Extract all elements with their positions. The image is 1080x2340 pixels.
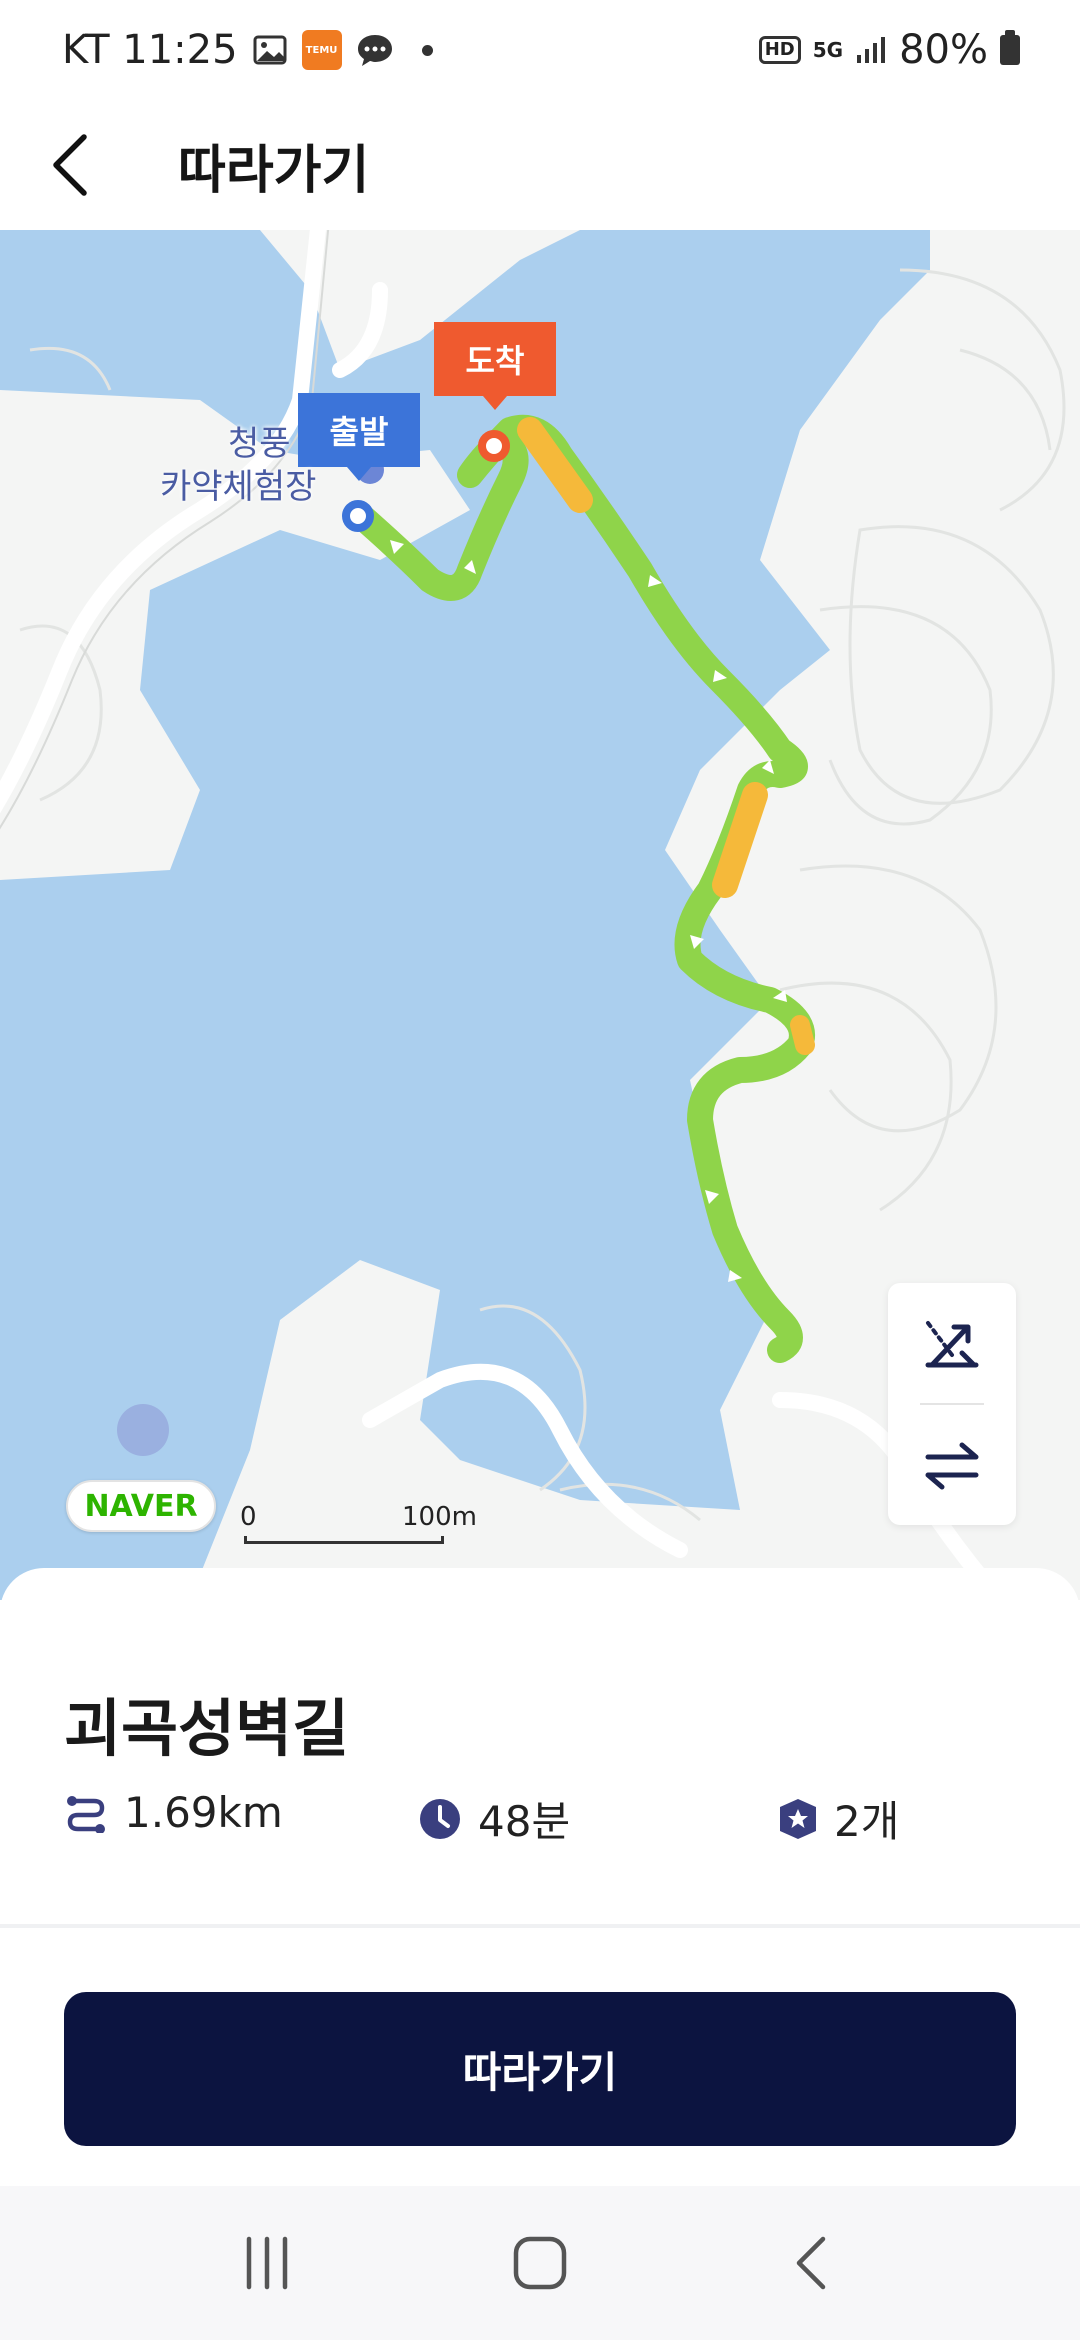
recent-apps-icon	[246, 2236, 287, 2290]
temu-icon: TEMU	[301, 30, 342, 70]
points-stat: 2개	[778, 1788, 899, 1849]
route-distance-icon	[67, 1795, 105, 1833]
map-scale-bar: 0 100m	[240, 1502, 477, 1562]
scale-start-label: 0	[240, 1502, 257, 1532]
map-controls	[888, 1283, 1016, 1525]
status-left: KT 11:25 TEMU	[62, 27, 433, 73]
naver-logo: NAVER	[66, 1480, 216, 1532]
hd-icon: HD	[758, 36, 801, 64]
course-name: 괴곡성벽길	[64, 1692, 350, 1765]
temu-label: TEMU	[305, 44, 338, 56]
elevation-toggle-icon	[925, 1321, 979, 1368]
signal-icon	[855, 35, 887, 65]
recent-apps-button[interactable]	[207, 2203, 327, 2323]
carrier-time: KT 11:25	[62, 27, 238, 73]
scale-line	[244, 1536, 444, 1544]
section-divider	[0, 1924, 1080, 1928]
home-button[interactable]	[480, 2203, 600, 2323]
reverse-route-button[interactable]	[888, 1405, 1016, 1525]
distance-value: 1.69km	[124, 1788, 283, 1837]
course-info-sheet: 괴곡성벽길 1.69km 48분 2개	[0, 1568, 1080, 1928]
message-icon	[356, 32, 394, 68]
system-back-button[interactable]	[753, 2203, 873, 2323]
route-map[interactable]: 도착 출발 청풍 카약체험장 NAVER 0 100m	[0, 230, 1080, 1600]
duration-stat: 48분	[418, 1788, 570, 1849]
status-bar: KT 11:25 TEMU HD 5G 80%	[0, 0, 1080, 100]
home-icon	[513, 2236, 567, 2290]
battery-level: 80%	[899, 27, 988, 73]
app-header: 따라가기	[0, 100, 1080, 230]
scale-end-label: 100m	[402, 1502, 477, 1532]
status-right: HD 5G 80%	[758, 27, 1020, 73]
gallery-icon	[252, 32, 288, 68]
chevron-left-icon	[53, 134, 87, 196]
system-nav-bar	[0, 2186, 1080, 2340]
battery-icon	[1000, 30, 1020, 65]
notification-dot-icon	[421, 44, 433, 56]
place-name-line1: 청풍	[228, 424, 291, 464]
clock-icon	[420, 1798, 460, 1839]
duration-value: 48분	[478, 1797, 571, 1846]
end-pin-label[interactable]: 도착	[434, 322, 556, 410]
badge-star-icon	[780, 1798, 816, 1839]
start-marker	[342, 500, 374, 532]
place-name-line2: 카약체험장	[160, 467, 317, 507]
poi-icon	[117, 1404, 169, 1456]
back-icon	[797, 2236, 826, 2290]
elevation-toggle-button[interactable]	[888, 1283, 1016, 1403]
distance-stat: 1.69km	[64, 1788, 283, 1837]
points-value: 2개	[834, 1797, 900, 1846]
end-marker	[478, 430, 510, 462]
network-type: 5G	[812, 38, 844, 62]
start-pin-label[interactable]: 출발	[298, 393, 420, 481]
back-button[interactable]	[0, 100, 140, 230]
reverse-route-icon	[925, 1442, 979, 1490]
page-title: 따라가기	[178, 140, 370, 201]
follow-button[interactable]: 따라가기	[64, 1992, 1016, 2146]
